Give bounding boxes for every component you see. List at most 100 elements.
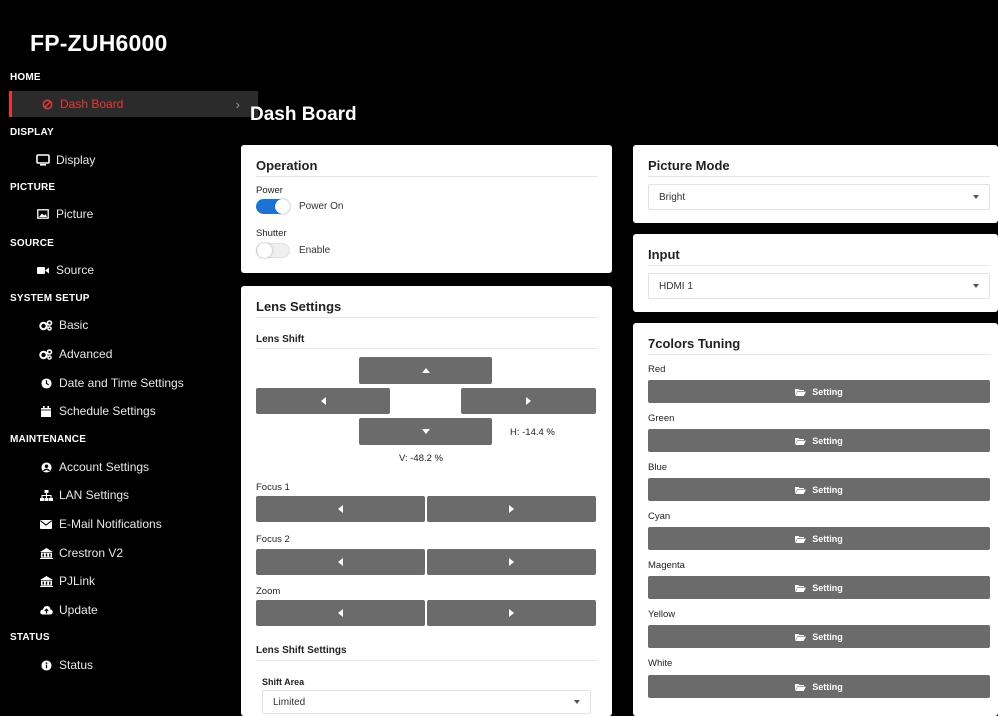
shutter-state: Enable [299, 245, 331, 256]
focus2-label: Focus 2 [256, 534, 290, 545]
sidebar-item-account[interactable]: Account Settings [0, 454, 228, 480]
focus2-right-button[interactable] [427, 549, 596, 575]
color-label-yellow: Yellow [648, 609, 676, 620]
sidebar-item-advanced[interactable]: Advanced [0, 341, 228, 367]
user-circle-icon [38, 461, 54, 473]
power-state: Power On [299, 201, 344, 212]
divider [256, 660, 597, 661]
sidebar-item-crestron[interactable]: Crestron V2 [0, 540, 228, 566]
calendar-icon [38, 405, 54, 417]
caret-down-icon [973, 284, 979, 288]
sidebar-item-update[interactable]: Update [0, 597, 228, 623]
section-status: STATUS [10, 632, 50, 643]
building-icon [38, 547, 54, 559]
white-setting-button[interactable]: Setting [648, 675, 990, 698]
sidebar-item-source[interactable]: Source [0, 257, 228, 283]
triangle-left-icon [320, 397, 326, 405]
lens-shift-settings-title: Lens Shift Settings [256, 645, 347, 656]
folder-open-icon [795, 633, 807, 641]
lens-shift-down-button[interactable] [359, 418, 492, 445]
color-tuning-title: 7colors Tuning [648, 336, 741, 351]
lens-shift-up-button[interactable] [359, 357, 492, 384]
color-label-green: Green [648, 413, 675, 424]
color-label-cyan: Cyan [648, 511, 671, 522]
folder-open-icon [795, 683, 807, 691]
sidebar-item-label: LAN Settings [59, 488, 130, 502]
sidebar-item-picture[interactable]: Picture [0, 201, 228, 227]
app-title: FP-ZUH6000 [30, 30, 168, 56]
sidebar-item-display[interactable]: Display [0, 147, 228, 173]
divider [648, 176, 990, 177]
divider [648, 265, 990, 266]
sidebar-item-dashboard[interactable]: Dash Board › [9, 91, 258, 117]
folder-open-icon [795, 437, 807, 445]
sidebar-item-pjlink[interactable]: PJLink [0, 568, 228, 594]
shutter-toggle[interactable] [256, 243, 290, 258]
image-icon [35, 209, 51, 219]
folder-open-icon [795, 388, 807, 396]
focus1-left-button[interactable] [256, 496, 425, 522]
folder-open-icon [795, 535, 807, 543]
sidebar-item-basic[interactable]: Basic [0, 312, 228, 338]
section-maintenance: MAINTENANCE [10, 434, 87, 445]
green-setting-button[interactable]: Setting [648, 429, 990, 452]
sidebar-item-schedule[interactable]: Schedule Settings [0, 398, 228, 424]
divider [256, 317, 597, 318]
caret-down-icon [574, 700, 580, 704]
red-setting-button[interactable]: Setting [648, 380, 990, 403]
zoom-right-button[interactable] [427, 600, 596, 626]
divider [648, 354, 990, 355]
chevron-right-icon: › [235, 96, 240, 112]
envelope-icon [38, 519, 54, 529]
triangle-right-icon [526, 397, 531, 405]
sidebar-item-label: Display [56, 153, 96, 167]
sidebar-item-label: Crestron V2 [59, 546, 124, 560]
shutter-label: Shutter [256, 228, 287, 239]
cyan-setting-button[interactable]: Setting [648, 527, 990, 550]
setting-label: Setting [812, 435, 843, 446]
shift-area-value: Limited [273, 696, 306, 708]
shift-area-label: Shift Area [262, 677, 305, 687]
sidebar-item-date-time[interactable]: Date and Time Settings [0, 370, 228, 396]
sitemap-icon [38, 489, 54, 501]
section-display: DISPLAY [10, 127, 54, 138]
sidebar-item-label: E-Mail Notifications [59, 517, 162, 531]
picture-mode-select[interactable]: Bright [648, 184, 990, 210]
input-select[interactable]: HDMI 1 [648, 273, 990, 299]
power-toggle[interactable] [256, 199, 290, 214]
info-circle-icon [38, 659, 54, 671]
focus2-left-button[interactable] [256, 549, 425, 575]
lens-settings-title: Lens Settings [256, 299, 342, 314]
shift-area-select[interactable]: Limited [262, 690, 591, 714]
folder-open-icon [795, 486, 807, 494]
sidebar-item-label: Update [59, 603, 98, 617]
focus1-right-button[interactable] [427, 496, 596, 522]
sidebar-item-lan[interactable]: LAN Settings [0, 482, 228, 508]
magenta-setting-button[interactable]: Setting [648, 576, 990, 599]
setting-label: Setting [812, 582, 843, 593]
sidebar-item-status[interactable]: Status [0, 652, 228, 678]
zoom-label: Zoom [256, 586, 281, 597]
triangle-right-icon [509, 505, 514, 513]
lens-shift-right-button[interactable] [461, 388, 596, 414]
yellow-setting-button[interactable]: Setting [648, 625, 990, 648]
triangle-left-icon [338, 505, 343, 513]
lens-shift-title: Lens Shift [256, 334, 305, 345]
sidebar-item-label: Schedule Settings [59, 404, 156, 418]
caret-down-icon [973, 195, 979, 199]
cloud-upload-icon [38, 605, 54, 615]
input-value: HDMI 1 [659, 280, 693, 292]
blue-setting-button[interactable]: Setting [648, 478, 990, 501]
setting-label: Setting [812, 681, 843, 692]
zoom-left-button[interactable] [256, 600, 425, 626]
section-home: HOME [10, 72, 41, 83]
setting-label: Setting [812, 631, 843, 642]
setting-label: Setting [812, 386, 843, 397]
sidebar-item-label: Source [56, 263, 95, 277]
lens-shift-v-readout: V: -48.2 % [399, 453, 444, 464]
triangle-right-icon [509, 609, 514, 617]
sidebar: FP-ZUH6000 HOME Dash Board › DISPLAY Dis… [0, 0, 258, 716]
section-picture: PICTURE [10, 182, 56, 193]
lens-shift-left-button[interactable] [256, 388, 390, 414]
sidebar-item-email[interactable]: E-Mail Notifications [0, 511, 228, 537]
